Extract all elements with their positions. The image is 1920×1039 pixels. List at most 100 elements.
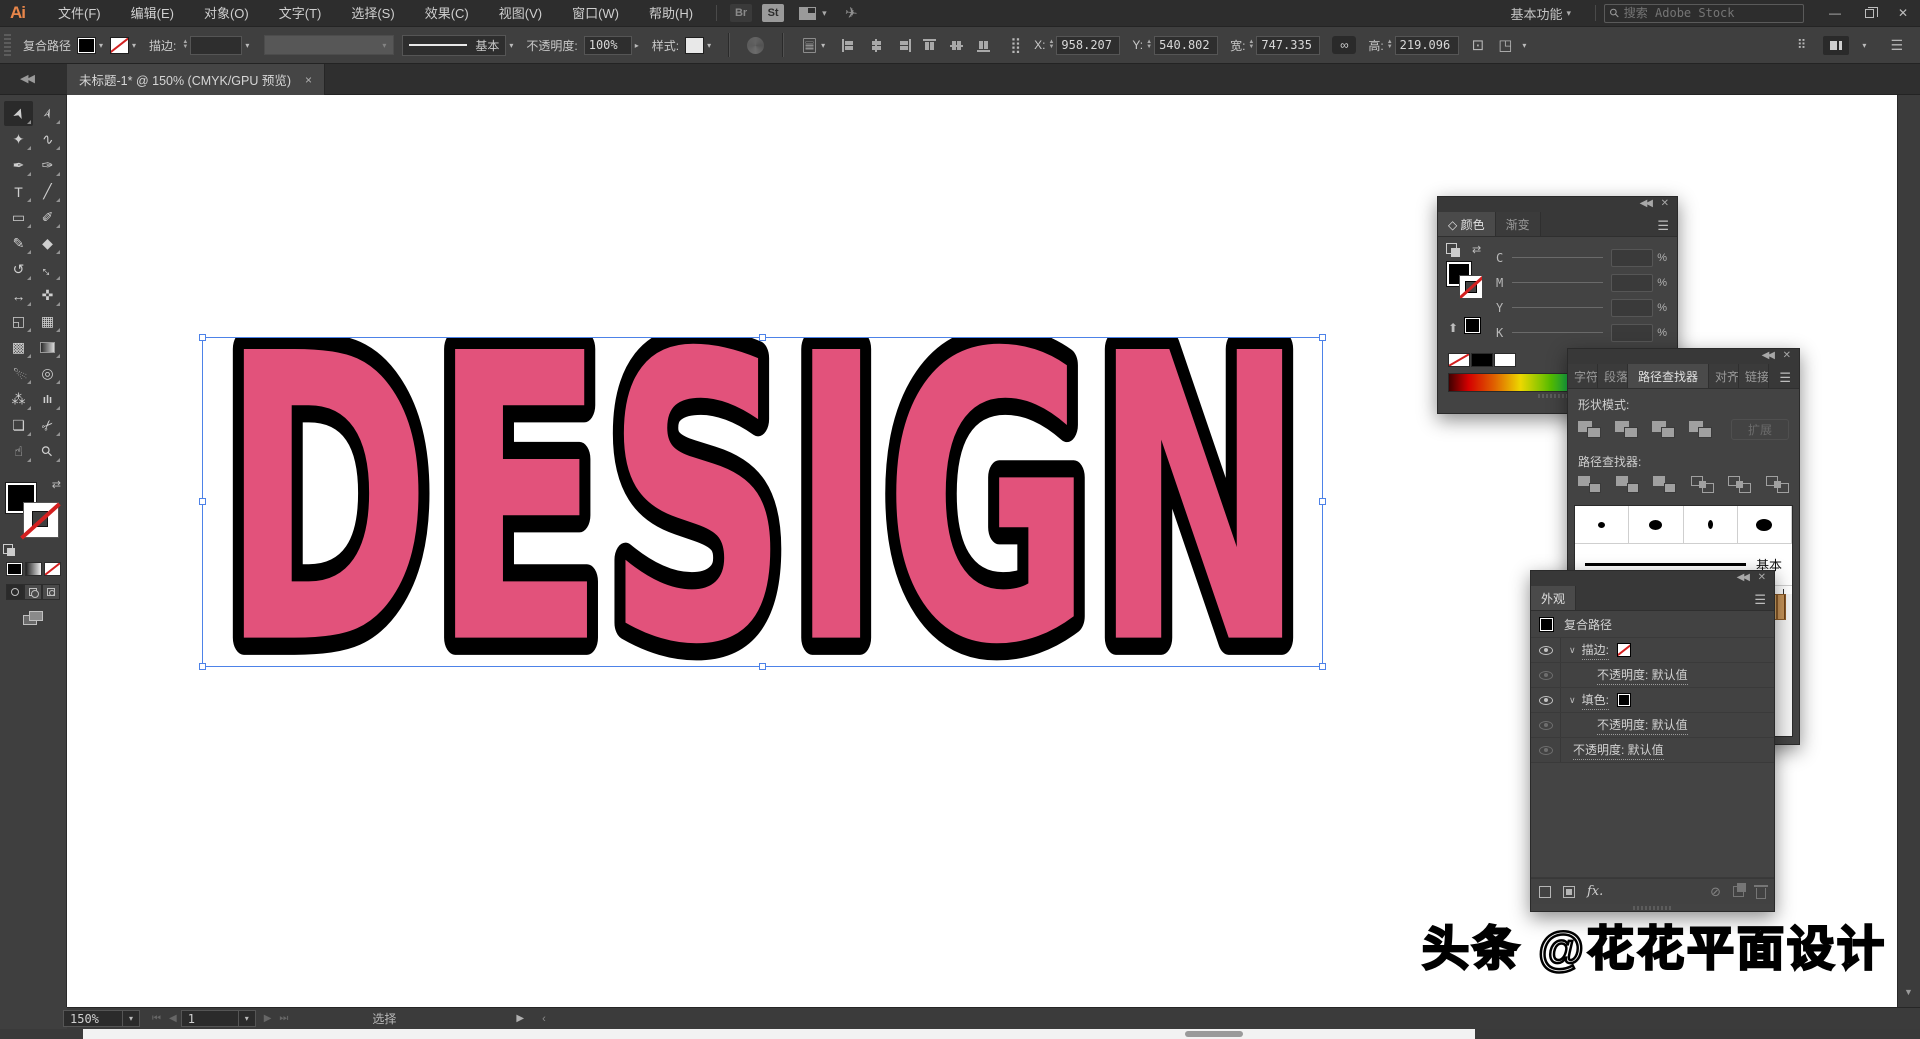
prev-artboard-icon[interactable]: ◀ xyxy=(169,1013,177,1024)
direct-selection-tool[interactable]: ➢ xyxy=(33,101,62,126)
draw-normal-button[interactable] xyxy=(6,584,24,600)
selection-handle[interactable] xyxy=(199,498,206,505)
y-stepper[interactable]: ▲▼ xyxy=(1146,40,1152,50)
scroll-down-icon[interactable]: ▼ xyxy=(1904,987,1913,997)
last-artboard-icon[interactable]: ⏭ xyxy=(279,1013,288,1024)
shift-arrow-icon[interactable]: ⬆ xyxy=(1448,321,1458,335)
chevron-down-icon[interactable]: ▾ xyxy=(822,8,827,19)
gpu-performance-icon[interactable]: ✈ xyxy=(843,3,858,23)
tab-paragraph[interactable]: 段落 xyxy=(1598,364,1628,388)
clear-appearance-icon[interactable]: ⊘ xyxy=(1710,884,1721,900)
align-to-icon[interactable] xyxy=(803,38,816,53)
selection-handle[interactable] xyxy=(1319,498,1326,505)
scale-tool[interactable]: ↔ xyxy=(33,257,62,282)
trim-button[interactable] xyxy=(1616,476,1639,493)
constrain-proportions-icon[interactable]: ∞ xyxy=(1332,36,1356,54)
stroke-none-swatch[interactable] xyxy=(1617,643,1631,657)
fill-swatch[interactable] xyxy=(77,37,96,54)
stock-search[interactable]: ⚲ xyxy=(1604,4,1804,23)
grid-view-icon[interactable]: ⠿ xyxy=(1797,37,1806,53)
chevron-down-icon[interactable]: ▾ xyxy=(132,41,136,50)
duplicate-item-icon[interactable] xyxy=(1733,886,1744,897)
tab-character[interactable]: 字符 xyxy=(1568,364,1598,388)
selection-handle[interactable] xyxy=(759,663,766,670)
add-fill-button[interactable] xyxy=(1563,886,1575,898)
y-field[interactable]: 540.802 xyxy=(1154,36,1218,55)
opacity-link[interactable]: 不透明度: 默认值 xyxy=(1597,666,1688,685)
fill-black-swatch[interactable] xyxy=(1617,693,1631,707)
gradient-tool[interactable] xyxy=(33,335,62,360)
selection-bounding-box[interactable]: DESIGN xyxy=(202,337,1323,667)
search-input[interactable] xyxy=(1624,6,1784,20)
add-stroke-button[interactable] xyxy=(1539,886,1551,898)
menu-item-4[interactable]: 选择(S) xyxy=(336,0,409,27)
shear-icon[interactable]: ◳ xyxy=(1498,36,1512,54)
swap-fill-stroke-icon[interactable]: ⇄ xyxy=(52,478,61,491)
align-middle-button[interactable] xyxy=(950,39,965,52)
drag-grip[interactable] xyxy=(4,34,11,56)
menu-icon[interactable]: ☰ xyxy=(1890,37,1903,54)
chevron-down-icon[interactable]: ▾ xyxy=(245,41,249,50)
outline-button[interactable] xyxy=(1728,476,1751,493)
symbol-sprayer-tool[interactable]: ⁂ xyxy=(4,387,33,412)
add-effect-button[interactable]: fx. xyxy=(1587,884,1603,899)
tab-links[interactable]: 链接 xyxy=(1739,364,1769,388)
fill-label[interactable]: 填色: xyxy=(1582,691,1609,710)
panel-menu-icon[interactable]: ☰ xyxy=(1754,592,1766,608)
chevron-down-icon[interactable]: ▾ xyxy=(707,41,711,50)
object-opacity-row[interactable]: 不透明度: 默认值 xyxy=(1531,738,1774,763)
minus-front-button[interactable] xyxy=(1615,421,1638,438)
draw-inside-button[interactable] xyxy=(42,584,60,600)
width-stepper[interactable]: ▲▼ xyxy=(1248,40,1254,50)
menu-item-3[interactable]: 文字(T) xyxy=(264,0,337,27)
none-swatch[interactable] xyxy=(1448,353,1470,367)
x-field[interactable]: 958.207 xyxy=(1056,36,1120,55)
screen-mode-button[interactable] xyxy=(23,610,43,625)
close-panel-icon[interactable]: ✕ xyxy=(1661,198,1669,209)
menu-item-1[interactable]: 编辑(E) xyxy=(116,0,189,27)
artboard-field[interactable]: 1 xyxy=(181,1010,239,1027)
k-value-field[interactable] xyxy=(1611,324,1653,342)
first-artboard-icon[interactable]: ⏮ xyxy=(152,1013,161,1024)
x-stepper[interactable]: ▲▼ xyxy=(1048,40,1054,50)
slice-tool[interactable]: ✂ xyxy=(33,413,62,438)
last-color-swatch[interactable] xyxy=(1464,317,1481,334)
tab-gradient[interactable]: 渐变 xyxy=(1496,212,1541,236)
opacity-link[interactable]: 不透明度: 默认值 xyxy=(1573,741,1664,760)
hand-tool[interactable]: ☝ xyxy=(4,439,33,464)
chevron-down-icon[interactable]: ▾ xyxy=(509,41,513,50)
stroke-weight-stepper[interactable]: ▲▼ xyxy=(182,40,188,50)
selection-handle[interactable] xyxy=(1319,334,1326,341)
opacity-field[interactable]: 100% xyxy=(584,36,632,55)
puppet-warp-tool[interactable]: ✜ xyxy=(33,283,62,308)
stroke-weight-field[interactable] xyxy=(190,36,242,55)
width-field[interactable]: 747.335 xyxy=(1256,36,1320,55)
rectangle-tool[interactable]: ▭ xyxy=(4,205,33,230)
stroke-swatch[interactable] xyxy=(110,37,129,54)
lasso-tool[interactable]: ∿ xyxy=(33,127,62,152)
align-right-button[interactable] xyxy=(896,39,911,52)
chevron-down-icon[interactable]: ▾ xyxy=(821,41,825,50)
menu-item-5[interactable]: 效果(C) xyxy=(410,0,484,27)
design-text[interactable]: DESIGN xyxy=(221,338,1306,668)
eyedropper-tool[interactable]: ☄ xyxy=(4,361,33,386)
align-left-button[interactable] xyxy=(842,39,857,52)
pen-tool[interactable]: ✒ xyxy=(4,153,33,178)
y-value-field[interactable] xyxy=(1611,299,1653,317)
opacity-link[interactable]: 不透明度: 默认值 xyxy=(1597,716,1688,735)
appearance-item-row[interactable]: 复合路径 xyxy=(1531,611,1774,638)
shape-builder-tool[interactable]: ◱ xyxy=(4,309,33,334)
rotate-tool[interactable]: ↺ xyxy=(4,257,33,282)
width-profile-dropdown[interactable]: ▾ xyxy=(264,35,394,55)
tab-pathfinder[interactable]: 路径查找器 xyxy=(1628,364,1709,388)
document-tab[interactable]: 未标题-1* @ 150% (CMYK/GPU 预览) × xyxy=(67,64,325,95)
shaper-tool[interactable]: ✎ xyxy=(4,231,33,256)
selection-tool[interactable]: ➤ xyxy=(4,101,33,126)
m-slider[interactable] xyxy=(1512,282,1603,283)
visibility-toggle[interactable] xyxy=(1531,638,1561,662)
draw-behind-button[interactable] xyxy=(24,584,42,600)
workspace-switcher[interactable]: 基本功能 ▾ xyxy=(1510,4,1575,23)
collapse-panel-icon[interactable]: ◀◀ xyxy=(1640,198,1651,209)
crop-button[interactable] xyxy=(1691,476,1714,493)
chevron-down-icon[interactable]: ∨ xyxy=(1569,695,1576,706)
